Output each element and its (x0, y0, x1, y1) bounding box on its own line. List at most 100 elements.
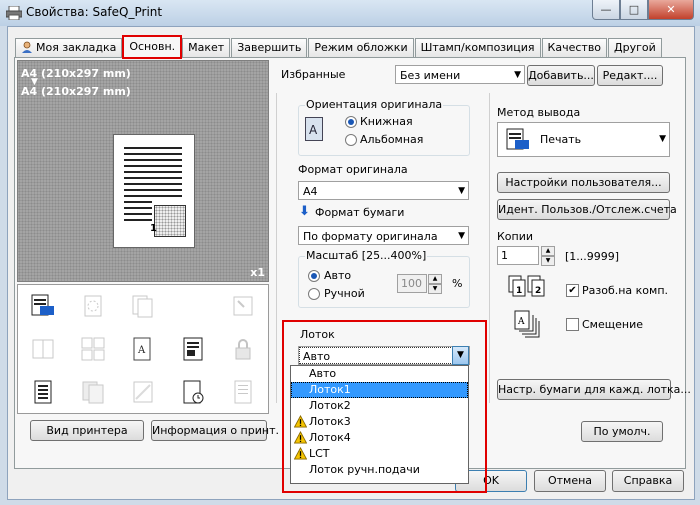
close-button[interactable]: ✕ (648, 0, 694, 20)
favorites-select[interactable]: Без имени ▼ (395, 65, 525, 84)
svg-text:2: 2 (535, 286, 541, 296)
image-thumbnail (154, 205, 186, 237)
tab-label: Основн. (129, 40, 176, 53)
booklet-icon[interactable] (30, 336, 56, 362)
add-favorite-button[interactable]: Добавить... (527, 65, 595, 86)
tab-cover-mode[interactable]: Режим обложки (308, 38, 414, 57)
portrait-page-icon: A (305, 117, 323, 141)
tab-label: Моя закладка (36, 41, 117, 54)
tray-option-manual-feed[interactable]: Лоток ручн.подачи (291, 462, 468, 478)
schedule-icon[interactable] (180, 379, 206, 405)
title-bar: Свойства: SafeQ_Print — □ ✕ (0, 0, 700, 26)
tray-option-auto[interactable]: Авто (291, 366, 468, 382)
tab-label: Другой (614, 41, 656, 54)
preview-page-number: 1 (150, 223, 157, 234)
rotate-pages-icon[interactable] (80, 293, 106, 319)
tab-finish[interactable]: Завершить (231, 38, 308, 57)
offset-checkbox[interactable] (566, 318, 579, 331)
scale-value-input[interactable]: 100 (397, 274, 427, 293)
scale-spinner[interactable]: ▲ ▼ (428, 274, 442, 294)
printer-view-button[interactable]: Вид принтера (30, 420, 144, 441)
paper-per-tray-button[interactable]: Настр. бумаги для кажд. лотка... (497, 379, 691, 400)
copies-range: [1...9999] (565, 250, 620, 263)
tab-layout[interactable]: Макет (182, 38, 231, 57)
option-label: Авто (309, 367, 337, 380)
warning-icon (294, 415, 307, 428)
collate-icon: 1 2 (508, 275, 545, 297)
overlay-icon[interactable] (80, 379, 106, 405)
column-divider (489, 93, 490, 403)
minimize-button[interactable]: — (592, 0, 620, 20)
lock-icon[interactable] (230, 336, 256, 362)
combine-icon[interactable] (80, 336, 106, 362)
chevron-down-icon: ▼ (458, 231, 465, 241)
collate-checkbox[interactable]: ✔ (566, 284, 579, 297)
tab-stamp[interactable]: Штамп/композиция (414, 38, 541, 57)
option-label: Лоток3 (309, 415, 351, 428)
maximize-button[interactable]: □ (620, 0, 648, 20)
preview-paper-size: A4 (210x297 mm) (21, 85, 131, 98)
cancel-button[interactable]: Отмена (534, 470, 606, 492)
option-label: Лоток4 (309, 431, 351, 444)
preview-paper: 1 (113, 134, 195, 248)
tray-dropdown-list: Авто Лоток1 Лоток2 Лоток3 Лоток4 LCT Лот… (290, 365, 469, 484)
printer-icon (6, 6, 22, 20)
collate-label: Разоб.на комп. (582, 284, 669, 297)
list-page-icon[interactable] (230, 379, 256, 405)
tray-option-tray1[interactable]: Лоток1 (291, 382, 468, 398)
tab-quality[interactable]: Качество (541, 38, 608, 57)
option-label: LCT (309, 447, 330, 460)
document-icon[interactable] (180, 336, 206, 362)
defaults-button[interactable]: По умолч. (581, 421, 663, 442)
portrait-label: Книжная (360, 115, 413, 128)
scale-auto-radio[interactable] (308, 270, 320, 282)
scale-manual-radio[interactable] (308, 288, 320, 300)
svg-text:A: A (517, 317, 525, 327)
copies-input[interactable]: 1 (497, 246, 539, 265)
tab-label: Штамп/композиция (420, 41, 535, 54)
copy-page-icon[interactable] (30, 379, 56, 405)
watermark-icon[interactable] (130, 379, 156, 405)
help-button[interactable]: Справка (612, 470, 684, 492)
scale-auto-label: Авто (324, 269, 352, 282)
tab-basic[interactable]: Основн. (122, 35, 183, 59)
scale-label: Масштаб [25...400%] (305, 249, 428, 262)
copies-spinner[interactable]: ▲ ▼ (541, 246, 555, 266)
scale-manual-label: Ручной (324, 287, 365, 300)
tray-option-lct[interactable]: LCT (291, 446, 468, 462)
output-method-select[interactable]: Печать ▼ (497, 122, 670, 157)
tab-my-tab[interactable]: Моя закладка (15, 38, 123, 57)
orientation-label: Ориентация оригинала (305, 98, 444, 111)
printer-info-button[interactable]: Информация о принт. (151, 420, 279, 441)
option-label: Лоток1 (309, 383, 351, 396)
print-output-icon[interactable] (30, 293, 56, 319)
favorites-value: Без имени (400, 69, 461, 82)
paper-size-label: Формат бумаги (315, 206, 405, 219)
orientation-group (298, 105, 470, 156)
original-size-value: A4 (303, 185, 318, 198)
landscape-radio[interactable] (345, 134, 357, 146)
paper-size-value: По формату оригинала (303, 230, 438, 243)
original-size-select[interactable]: A4 ▼ (298, 181, 469, 200)
text-page-icon[interactable]: A (130, 336, 156, 362)
output-method-value: Печать (540, 133, 582, 146)
tab-other[interactable]: Другой (608, 38, 662, 57)
user-settings-button[interactable]: Настройки пользователя... (497, 172, 670, 193)
edit-favorite-button[interactable]: Редакт.... (597, 65, 663, 86)
portrait-radio[interactable] (345, 116, 357, 128)
tray-option-tray3[interactable]: Лоток3 (291, 414, 468, 430)
tray-option-tray2[interactable]: Лоток2 (291, 398, 468, 414)
staple-icon[interactable] (230, 293, 256, 319)
function-icon-grid: A (17, 284, 269, 414)
user-auth-button[interactable]: Идент. Пользов./Отслеж.счета (497, 199, 677, 220)
offset-label: Смещение (582, 318, 643, 331)
tab-strip: Моя закладка Основн. Макет Завершить Реж… (15, 35, 663, 59)
column-divider (276, 93, 277, 403)
duplex-icon[interactable] (130, 293, 156, 319)
page-preview: A4 (210x297 mm) ▼ A4 (210x297 mm) 1 x1 (17, 60, 269, 282)
svg-text:1: 1 (516, 286, 522, 296)
svg-text:A: A (309, 123, 318, 137)
tray-option-tray4[interactable]: Лоток4 (291, 430, 468, 446)
paper-size-select[interactable]: По формату оригинала ▼ (298, 226, 469, 245)
window-title: Свойства: SafeQ_Print (26, 5, 163, 19)
